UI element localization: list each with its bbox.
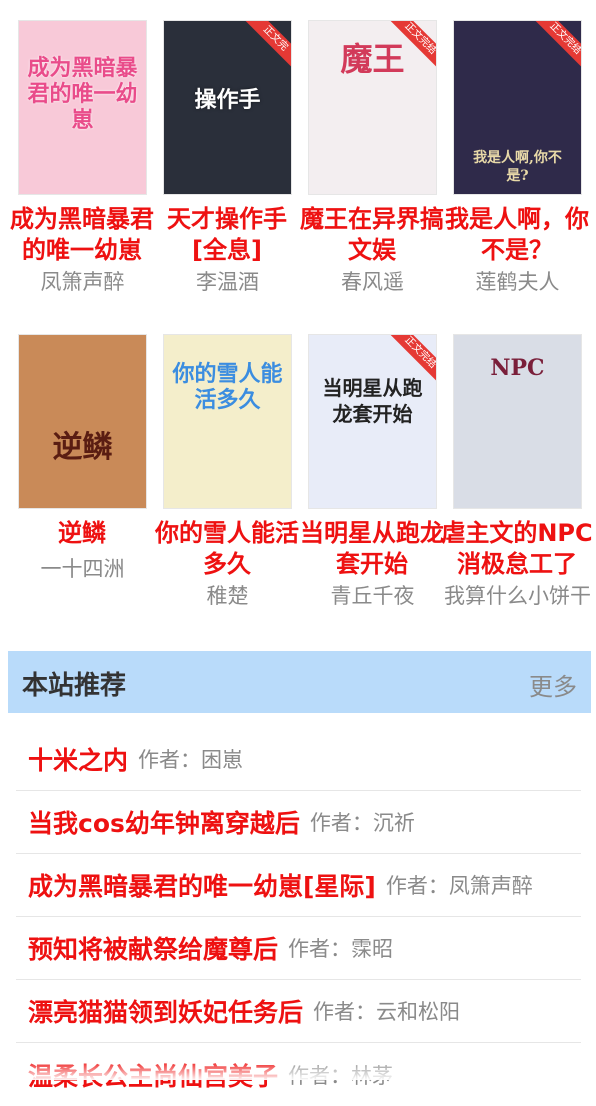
cover-title: 当明星从跑龙套开始: [322, 376, 423, 426]
author-name: 困崽: [201, 748, 244, 772]
list-item[interactable]: 预知将被献祭给魔尊后 作者： 霂昭: [16, 917, 581, 980]
book-title[interactable]: 魔王在异界搞文娱: [296, 204, 448, 261]
book-title-link[interactable]: 预知将被献祭给魔尊后: [28, 930, 278, 966]
book-title[interactable]: 我是人啊，你不是？: [441, 204, 593, 261]
author-label: 作者：: [313, 1000, 377, 1024]
list-item[interactable]: 成为黑暗暴君的唯一幼崽[星际] 作者： 凤箫声醉: [16, 854, 581, 917]
book-author: 青丘千夜: [330, 584, 415, 608]
cover-ribbon: 正文完: [241, 21, 291, 73]
author-name: 霂昭: [351, 937, 394, 961]
cover-ribbon: 正文完结: [531, 21, 581, 73]
book-author: 稚楚: [206, 584, 249, 608]
book-title[interactable]: 当明星从跑龙套开始: [296, 518, 448, 575]
list-item[interactable]: 当我cos幼年钟离穿越后 作者： 沉祈: [16, 791, 581, 854]
book-title[interactable]: 虐主文的NPC消极怠工了: [441, 518, 593, 575]
scroll-fade: [0, 1062, 596, 1080]
cover-title: 我是人啊,你不是?: [473, 150, 562, 184]
cover-title: 魔王: [340, 40, 405, 78]
more-link[interactable]: 更多: [529, 667, 577, 702]
author-label: 作者：: [385, 874, 449, 898]
recommend-list: 十米之内 作者： 困崽 当我cos幼年钟离穿越后 作者： 沉祈 成为黑暗暴君的唯…: [16, 728, 581, 1106]
author-label: 作者：: [138, 748, 202, 772]
book-cover[interactable]: 正文完 操作手: [164, 21, 291, 194]
book-title-link[interactable]: 漂亮猫猫领到妖妃任务后: [28, 993, 303, 1029]
book-title[interactable]: 天才操作手[全息]: [151, 204, 303, 261]
book-author: 李温酒: [196, 270, 259, 294]
list-item[interactable]: 十米之内 作者： 困崽: [16, 728, 581, 791]
list-item[interactable]: 漂亮猫猫领到妖妃任务后 作者： 云和松阳: [16, 980, 581, 1043]
book-title-link[interactable]: 当我cos幼年钟离穿越后: [28, 804, 300, 840]
book-cover[interactable]: 你的雪人能活多久: [164, 335, 291, 508]
book-cover[interactable]: NPC: [454, 335, 581, 508]
cover-title: 操作手: [194, 87, 261, 113]
book-author: 莲鹤夫人: [475, 270, 560, 294]
book-cover[interactable]: 成为黑暗暴君的唯一幼崽: [19, 21, 146, 194]
book-cover[interactable]: 逆鳞: [19, 335, 146, 508]
book-title[interactable]: 你的雪人能活多久: [151, 518, 303, 575]
book-title-link[interactable]: 成为黑暗暴君的唯一幼崽[星际]: [28, 867, 376, 903]
section-title: 本站推荐: [22, 671, 127, 701]
book-author: 我算什么小饼干: [444, 584, 591, 608]
recommend-header: 本站推荐 更多: [8, 651, 591, 713]
cover-title: NPC: [490, 355, 545, 381]
book-author: 一十四洲: [40, 557, 125, 581]
book-title-link[interactable]: 十米之内: [28, 741, 128, 777]
cover-title: 成为黑暗暴君的唯一幼崽: [27, 55, 138, 133]
book-title[interactable]: 成为黑暗暴君的唯一幼崽: [6, 204, 158, 261]
cover-title: 你的雪人能活多久: [172, 361, 283, 413]
book-author: 凤箫声醉: [40, 270, 125, 294]
book-cover[interactable]: 正文完结 我是人啊,你不是?: [454, 21, 581, 194]
book-author: 春风遥: [341, 270, 404, 294]
cover-title: 逆鳞: [52, 430, 113, 465]
author-label: 作者：: [288, 937, 352, 961]
book-cover[interactable]: 正文完结 魔王: [309, 21, 436, 194]
book-cover[interactable]: 正文完结 当明星从跑龙套开始: [309, 335, 436, 508]
author-name: 凤箫声醉: [448, 874, 533, 898]
author-name: 云和松阳: [376, 1000, 461, 1024]
author-name: 沉祈: [372, 811, 415, 835]
author-label: 作者：: [309, 811, 373, 835]
